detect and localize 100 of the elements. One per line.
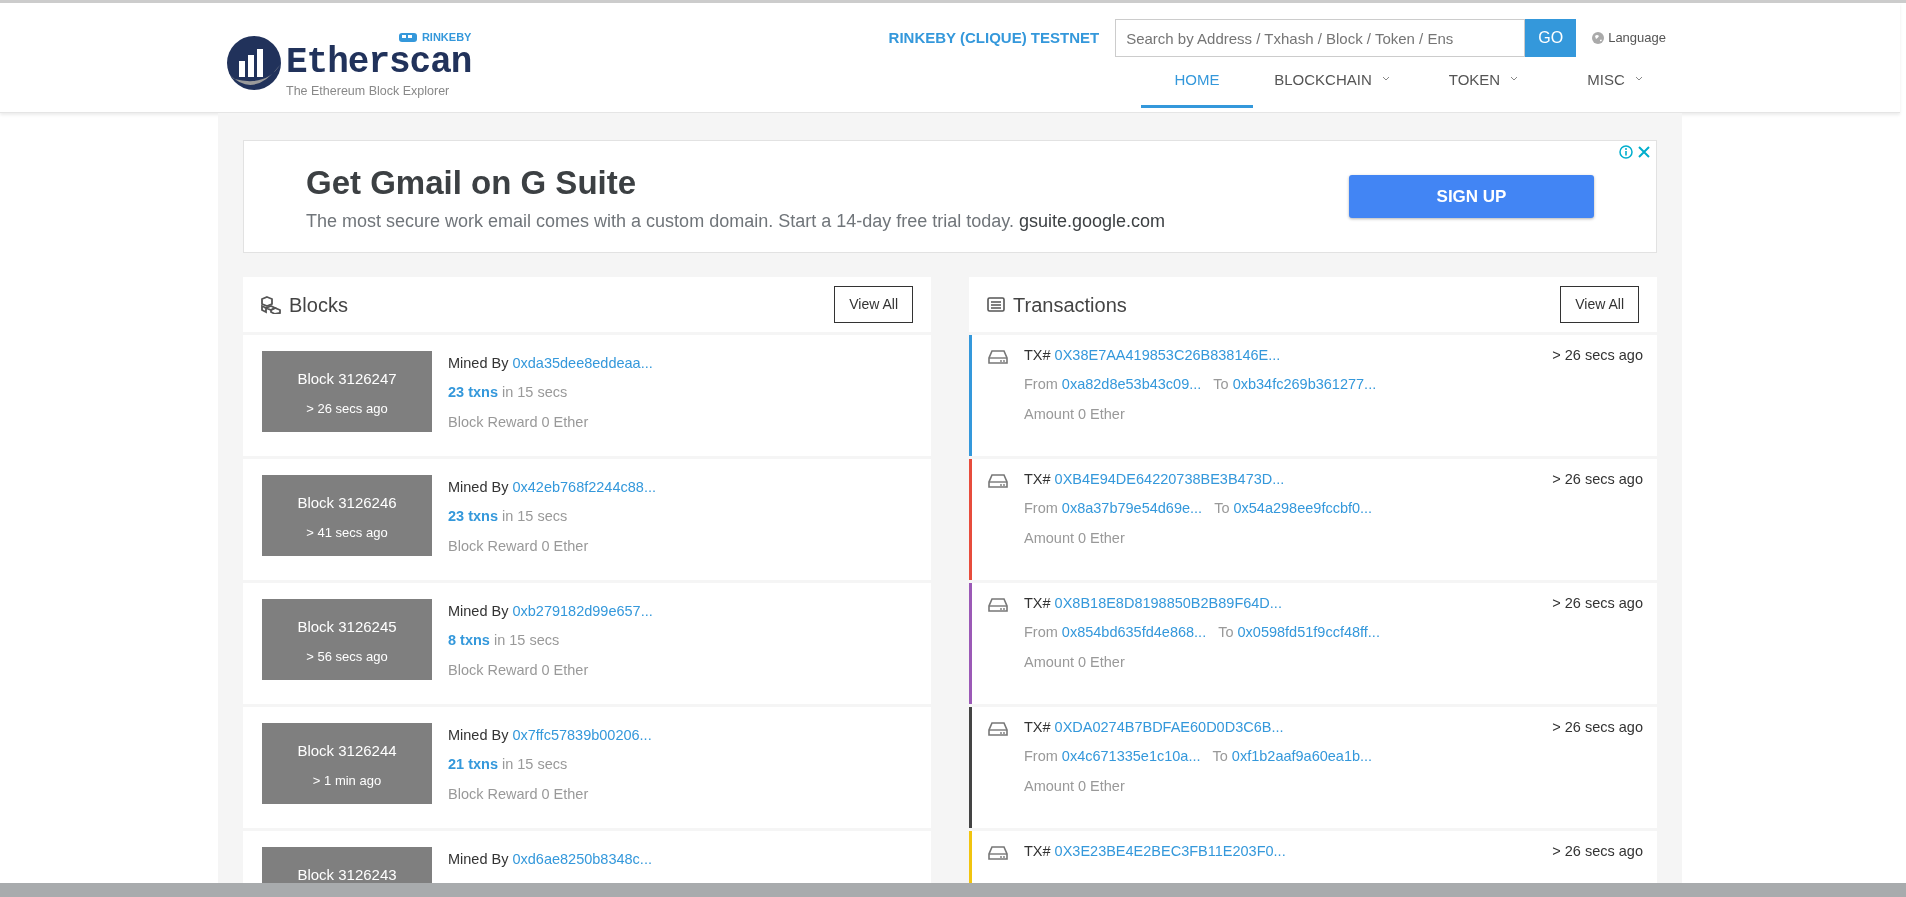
tx-amount: Amount 0 Ether (1024, 405, 1126, 424)
from-address[interactable]: 0x854bd635fd4e868... (1061, 624, 1207, 642)
miner-label: Mined By (448, 727, 509, 745)
from-label: From (1024, 500, 1058, 518)
globe-icon (1592, 32, 1605, 44)
nav-tab[interactable]: MISC (1556, 57, 1674, 108)
from-address[interactable]: 0x8a37b79e54d69e... (1061, 500, 1203, 518)
miner-address[interactable]: 0xd6ae8250b8348c... (512, 851, 652, 869)
to-label: To (1213, 376, 1229, 394)
tx-amount: Amount 0 Ether (1024, 777, 1126, 796)
info-icon (1619, 145, 1633, 159)
block-tile[interactable]: Block 3126243 (262, 847, 432, 883)
block-duration: in 15 secs (493, 632, 560, 650)
to-label: To (1214, 500, 1230, 518)
block-number[interactable]: Block 3126245 (297, 616, 397, 639)
to-address[interactable]: 0x54a298ee9fccbf0... (1233, 500, 1373, 518)
sign-up-button[interactable]: SIGN UP (1349, 175, 1594, 218)
ad-domain[interactable]: gsuite.google.com (1018, 210, 1166, 231)
to-label: To (1212, 748, 1228, 766)
tx-amount: Amount 0 Ether (1024, 529, 1126, 548)
tx-hash[interactable]: 0X8B18E8D8198850B2B89F64D... (1054, 595, 1282, 613)
tx-hash[interactable]: 0XB4E94DE64220738BE3B473D... (1054, 471, 1285, 489)
block-tile[interactable]: Block 3126246 > 41 secs ago (262, 475, 432, 556)
tx-label: TX# (1024, 347, 1051, 365)
view-all-button[interactable]: View All (834, 286, 913, 323)
txn-count[interactable]: 23 txns (448, 508, 498, 526)
tx-label: TX# (1024, 843, 1051, 861)
network-label: RINKEBY (CLIQUE) TESTNET (888, 27, 1100, 48)
cubes-icon (261, 295, 281, 314)
block-duration: in 15 secs (502, 508, 568, 526)
view-all-button[interactable]: View All (1560, 286, 1639, 323)
nav-tab[interactable]: BLOCKCHAIN (1253, 57, 1411, 108)
tx-age: > 26 secs ago (1552, 843, 1643, 861)
miner-address[interactable]: 0x7ffc57839b00206... (512, 727, 652, 745)
block-duration: in 15 secs (502, 384, 568, 402)
ad-text: The most secure work email comes with a custom domain. Start a 14-day free trial today. gsuite.google.com (306, 209, 1166, 233)
search-field[interactable]: Search by Address / Txhash / Block / Token / Ens (1115, 19, 1526, 57)
block-reward: Block Reward 0 Ether (448, 785, 590, 804)
block-reward: Block Reward 0 Ether (448, 661, 590, 680)
txn-count[interactable]: 23 txns (448, 384, 498, 402)
miner-address[interactable]: 0xda35dee8eddeaa... (512, 355, 653, 373)
drive-icon (988, 349, 1008, 365)
tx-amount: Amount 0 Ether (1024, 653, 1126, 672)
block-number[interactable]: Block 3126246 (297, 492, 397, 515)
miner-label: Mined By (448, 479, 509, 497)
miner-label: Mined By (448, 603, 509, 621)
from-label: From (1024, 376, 1058, 394)
block-number[interactable]: Block 3126244 (297, 740, 397, 763)
to-address[interactable]: 0x0598fd51f9ccf48ff... (1237, 624, 1380, 642)
block-age: > 56 secs ago (306, 647, 388, 666)
logo-text[interactable]: Etherscan (286, 45, 472, 82)
block-tile[interactable]: Block 3126244 > 1 min ago (262, 723, 432, 804)
tx-hash[interactable]: 0XDA0274B7BDFAE60D0D3C6B... (1054, 719, 1284, 737)
tx-label: TX# (1024, 595, 1051, 613)
block-age: > 26 secs ago (306, 399, 388, 418)
block-reward: Block Reward 0 Ether (448, 413, 590, 432)
from-label: From (1024, 748, 1058, 766)
tx-label: TX# (1024, 471, 1051, 489)
txn-count[interactable]: 8 txns (448, 632, 490, 650)
drive-icon (988, 473, 1008, 489)
to-label: To (1218, 624, 1234, 642)
panel-title: Blocks (289, 292, 348, 318)
panel-title: Transactions (1013, 292, 1127, 318)
from-address[interactable]: 0xa82d8e53b43c09... (1061, 376, 1202, 394)
txn-count[interactable]: 21 txns (448, 756, 498, 774)
block-number[interactable]: Block 3126243 (297, 864, 397, 883)
nav-tab[interactable]: HOME (1141, 57, 1253, 108)
block-reward: Block Reward 0 Ether (448, 537, 590, 556)
from-label: From (1024, 624, 1058, 642)
drive-icon (988, 597, 1008, 613)
from-address[interactable]: 0x4c671335e1c10a... (1061, 748, 1201, 766)
logo-icon (226, 35, 282, 92)
miner-address[interactable]: 0xb279182d99e657... (512, 603, 653, 621)
list-icon (987, 297, 1005, 312)
tx-hash[interactable]: 0X38E7AA419853C26B838146E... (1054, 347, 1281, 365)
block-tile[interactable]: Block 3126245 > 56 secs ago (262, 599, 432, 680)
drive-icon (988, 721, 1008, 737)
language-link[interactable]: Language (1608, 28, 1666, 48)
block-age: > 1 min ago (312, 771, 382, 790)
tx-hash[interactable]: 0X3E23BE4E2BEC3FB11E203F0... (1054, 843, 1286, 861)
nav-tab[interactable]: TOKEN (1411, 57, 1556, 108)
block-duration: in 15 secs (502, 756, 568, 774)
to-address[interactable]: 0xb34fc269b361277... (1232, 376, 1377, 394)
block-age: > 41 secs ago (306, 523, 388, 542)
miner-address[interactable]: 0x42eb768f2244c88... (512, 479, 656, 497)
tx-age: > 26 secs ago (1552, 595, 1643, 613)
logo-tagline: The Ethereum Block Explorer (286, 85, 451, 98)
tx-label: TX# (1024, 719, 1051, 737)
network-name: RINKEBY (421, 29, 472, 45)
tx-age: > 26 secs ago (1552, 471, 1643, 489)
to-address[interactable]: 0xf1b2aaf9a60ea1b... (1231, 748, 1373, 766)
miner-label: Mined By (448, 851, 509, 869)
block-number[interactable]: Block 3126247 (297, 368, 397, 391)
tx-age: > 26 secs ago (1552, 719, 1643, 737)
search-button[interactable]: GO (1525, 19, 1577, 57)
drive-icon (988, 845, 1008, 861)
miner-label: Mined By (448, 355, 509, 373)
ad-headline: Get Gmail on G Suite (306, 163, 638, 204)
tx-age: > 26 secs ago (1552, 347, 1643, 365)
block-tile[interactable]: Block 3126247 > 26 secs ago (262, 351, 432, 432)
